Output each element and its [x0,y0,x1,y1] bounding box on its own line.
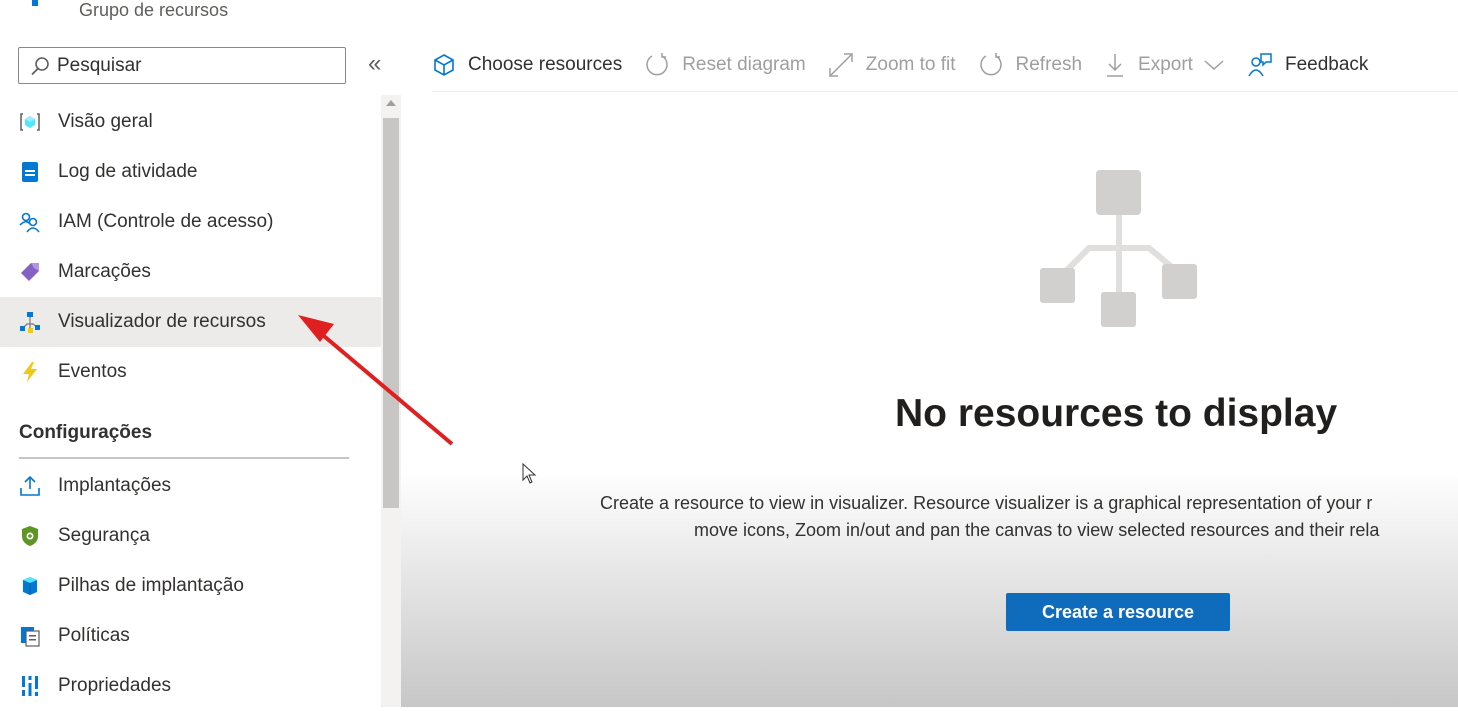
scrollbar-thumb[interactable] [383,118,399,508]
sidebar-item-label: Log de atividade [58,161,198,182]
sidebar-item-label: Segurança [58,525,150,546]
feedback-button[interactable]: Feedback [1247,52,1368,78]
sidebar-item-properties[interactable]: Propriedades [0,661,381,711]
resource-visualizer-icon [18,310,42,334]
shield-icon [18,524,42,548]
section-divider [19,457,349,459]
empty-state-line-2: move icons, Zoom in/out and pan the canv… [694,520,1380,540]
zoom-to-fit-button[interactable]: Zoom to fit [828,52,956,78]
sidebar-item-label: Implantações [58,475,172,496]
mouse-cursor-icon [522,463,537,484]
empty-diagram-illustration-icon [1040,170,1197,327]
activity-log-icon [18,160,42,184]
section-title-settings: Configurações [19,422,153,443]
reset-icon [646,53,668,76]
people-icon [18,210,42,234]
chevron-down-icon [1204,60,1224,71]
create-resource-button[interactable]: Create a resource [1006,593,1230,631]
reset-diagram-button[interactable]: Reset diagram [644,52,806,78]
refresh-icon [979,53,1002,76]
overview-icon [18,110,42,134]
toolbar: Choose resources Reset diagram Zoom to f… [432,40,1390,90]
sidebar-item-security[interactable]: Segurança [0,511,381,561]
sidebar-item-label: Marcações [58,261,151,282]
search-input[interactable]: Pesquisar [18,47,346,84]
choose-resources-button[interactable]: Choose resources [432,53,622,77]
sidebar-item-events[interactable]: Eventos [0,347,381,397]
sidebar-item-activity-log[interactable]: Log de atividade [0,147,381,197]
lightning-icon [18,360,42,384]
sidebar-item-label: Eventos [58,361,127,382]
sidebar-item-iam[interactable]: IAM (Controle de acesso) [0,197,381,247]
search-icon [31,56,49,75]
export-button[interactable]: Export [1104,52,1225,78]
sidebar-item-label: Propriedades [58,675,172,696]
properties-icon [18,674,42,698]
sidebar-item-label: IAM (Controle de acesso) [58,211,274,232]
tag-icon [18,260,42,284]
collapse-sidebar-icon[interactable]: « [368,50,381,78]
expand-icon [829,53,853,77]
search-placeholder: Pesquisar [57,54,142,76]
empty-state-description: Create a resource to view in visualizer.… [600,490,1458,544]
empty-state-title: No resources to display [895,392,1338,435]
sidebar-item-label: Pilhas de implantação [58,575,244,596]
upload-icon [18,474,42,498]
cube-icon [434,54,454,76]
download-icon [1107,54,1124,77]
sidebar-item-deployment-stacks[interactable]: Pilhas de implantação [0,561,381,611]
reset-diagram-label: Reset diagram [682,54,806,75]
refresh-label: Refresh [1015,54,1083,75]
sidebar-item-resource-visualizer[interactable]: Visualizador de recursos [0,297,381,347]
page-subtitle: Grupo de recursos [79,0,229,20]
sidebar-item-tags[interactable]: Marcações [0,247,381,297]
sidebar-item-label: Políticas [58,625,130,646]
sidebar-item-overview[interactable]: Visão geral [0,97,381,147]
policy-icon [18,624,42,648]
zoom-to-fit-label: Zoom to fit [865,54,956,75]
choose-resources-label: Choose resources [468,54,623,75]
export-label: Export [1138,54,1193,75]
sidebar-item-policies[interactable]: Políticas [0,611,381,661]
feedback-label: Feedback [1284,54,1369,75]
stack-icon [18,574,42,598]
feedback-icon [1248,53,1272,77]
sidebar-item-deployments[interactable]: Implantações [0,461,381,511]
empty-state-line-1: Create a resource to view in visualizer.… [600,493,1373,513]
scroll-up-arrow-icon[interactable] [386,100,396,106]
refresh-button[interactable]: Refresh [978,52,1083,78]
resource-group-icon [32,0,38,6]
sidebar-item-label: Visualizador de recursos [58,311,266,332]
sidebar-item-label: Visão geral [58,111,153,132]
